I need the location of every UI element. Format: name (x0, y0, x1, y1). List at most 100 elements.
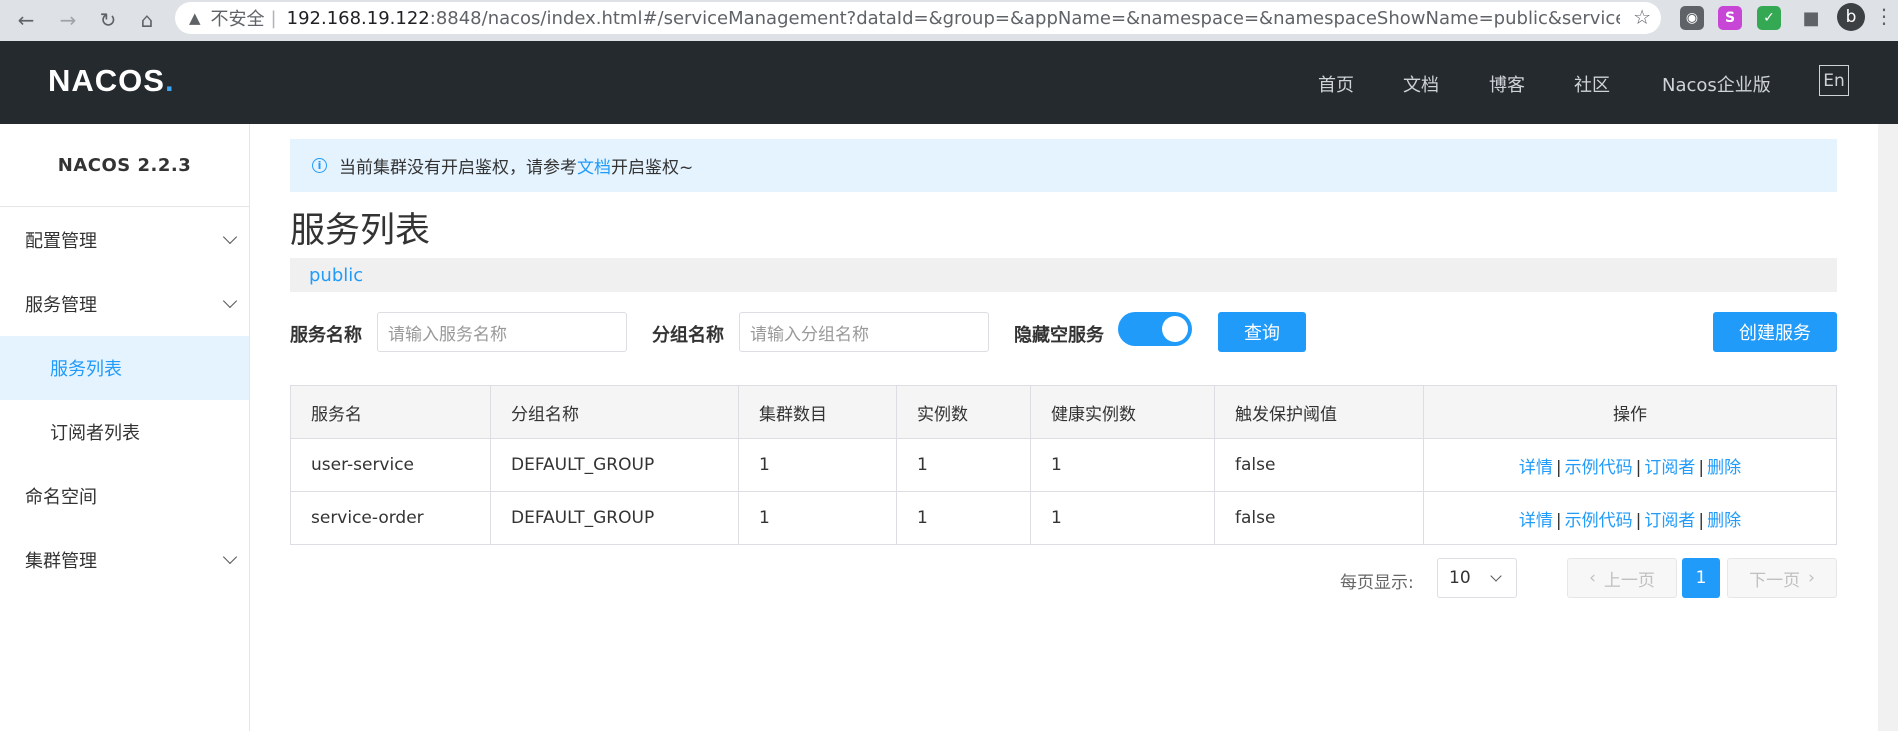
page-title: 服务列表 (290, 211, 431, 251)
sidebar-item-label: 集群管理 (25, 551, 97, 572)
extensions-puzzle-icon[interactable]: ■ (1799, 6, 1823, 30)
url-host: 192.168.19.122 (286, 7, 430, 29)
nav-docs[interactable]: 文档 (1403, 71, 1439, 97)
chevron-down-icon (222, 229, 238, 245)
page-size-select[interactable]: 10 (1437, 558, 1517, 598)
page-scrollbar[interactable] (1878, 124, 1898, 731)
bookmark-star-icon[interactable]: ☆ (1633, 5, 1651, 29)
logo-dot: . (164, 63, 175, 98)
prev-page-button[interactable]: ‹ 上一页 (1567, 558, 1677, 598)
query-button[interactable]: 查询 (1218, 312, 1306, 352)
toggle-knob (1162, 316, 1188, 342)
namespace-tab-public[interactable]: public (309, 265, 363, 286)
notice-docs-link[interactable]: 文档 (577, 153, 611, 178)
cell-instance-count: 1 (896, 438, 1031, 492)
next-page-label: 下一页 (1749, 570, 1801, 591)
table-header-row: 服务名 分组名称 集群数目 实例数 健康实例数 触发保护阈值 操作 (290, 385, 1837, 439)
nav-enterprise[interactable]: Nacos企业版 (1662, 71, 1771, 97)
notice-text-prefix: 当前集群没有开启鉴权，请参考 (339, 158, 577, 178)
cell-healthy-count: 1 (1030, 438, 1215, 492)
language-switch-button[interactable]: En (1819, 65, 1849, 96)
cell-cluster-count: 1 (738, 438, 897, 492)
action-separator: | (1555, 457, 1562, 478)
nav-blog[interactable]: 博客 (1489, 71, 1525, 97)
sidebar: NACOS 2.2.3 配置管理 服务管理 服务列表 订阅者列表 命名空间 集群… (0, 124, 250, 731)
nav-home[interactable]: 首页 (1318, 71, 1354, 97)
chevron-right-icon: › (1808, 568, 1815, 588)
group-name-input[interactable]: 请输入分组名称 (739, 312, 989, 352)
sidebar-item-label: 服务列表 (50, 359, 122, 380)
main-content: i 当前集群没有开启鉴权，请参考 文档 开启鉴权~ 服务列表 public 服务… (250, 124, 1898, 731)
sidebar-item-service[interactable]: 服务管理 (0, 272, 249, 336)
delete-link[interactable]: 删除 (1707, 511, 1741, 531)
url-path: :8848/nacos/index.html#/serviceManagemen… (429, 7, 1620, 29)
action-separator: | (1698, 457, 1705, 478)
address-bar[interactable]: ▲ 不安全 | 192.168.19.122 :8848/nacos/index… (175, 2, 1661, 34)
col-service-name: 服务名 (290, 385, 491, 439)
version-label: NACOS 2.2.3 (0, 124, 249, 207)
subscribers-link[interactable]: 订阅者 (1644, 458, 1695, 478)
cell-group-name: DEFAULT_GROUP (490, 491, 739, 545)
sidebar-item-namespace[interactable]: 命名空间 (0, 464, 249, 528)
browser-menu-icon[interactable]: ⋮ (1874, 4, 1894, 28)
sidebar-item-label: 配置管理 (25, 231, 97, 252)
subscribers-link[interactable]: 订阅者 (1644, 511, 1695, 531)
create-service-button[interactable]: 创建服务 (1713, 312, 1837, 352)
service-name-input[interactable]: 请输入服务名称 (377, 312, 627, 352)
sample-code-link[interactable]: 示例代码 (1565, 511, 1633, 531)
home-icon[interactable]: ⌂ (131, 4, 163, 36)
table-row: service-order DEFAULT_GROUP 1 1 1 false … (290, 491, 1837, 545)
col-protect-threshold: 触发保护阈值 (1214, 385, 1424, 439)
nav-community[interactable]: 社区 (1574, 71, 1610, 97)
sidebar-item-config[interactable]: 配置管理 (0, 208, 249, 272)
chevron-down-icon (222, 293, 238, 309)
sidebar-item-subscribers[interactable]: 订阅者列表 (0, 400, 249, 464)
back-arrow-icon[interactable]: ← (10, 4, 42, 36)
warning-triangle-icon: ▲ (189, 9, 201, 27)
sidebar-item-label: 订阅者列表 (50, 423, 140, 444)
hide-empty-label: 隐藏空服务 (1014, 325, 1104, 346)
profile-avatar[interactable]: b (1837, 3, 1865, 31)
detail-link[interactable]: 详情 (1519, 458, 1553, 478)
page-size-label: 每页显示: (1340, 573, 1414, 593)
hide-empty-toggle[interactable] (1118, 312, 1192, 346)
forward-arrow-icon[interactable]: → (52, 4, 84, 36)
cell-cluster-count: 1 (738, 491, 897, 545)
page-1-button[interactable]: 1 (1682, 558, 1720, 598)
extension-s-icon[interactable]: S (1718, 6, 1742, 30)
delete-link[interactable]: 删除 (1707, 458, 1741, 478)
action-separator: | (1635, 457, 1642, 478)
page-size-value: 10 (1449, 568, 1471, 588)
cell-service-name: service-order (290, 491, 491, 545)
extension-shield-icon[interactable]: ✓ (1757, 6, 1781, 30)
group-name-label: 分组名称 (652, 325, 724, 346)
sample-code-link[interactable]: 示例代码 (1565, 458, 1633, 478)
col-instance-count: 实例数 (896, 385, 1031, 439)
chevron-down-icon (1490, 570, 1502, 582)
chevron-down-icon (222, 549, 238, 565)
prev-page-label: 上一页 (1603, 570, 1655, 591)
action-separator: | (1698, 510, 1705, 531)
url-separator: | (270, 7, 277, 29)
notice-text-suffix: 开启鉴权~ (611, 158, 694, 178)
sidebar-item-cluster[interactable]: 集群管理 (0, 528, 249, 592)
col-healthy-count: 健康实例数 (1030, 385, 1215, 439)
info-icon: i (312, 158, 327, 173)
extension-glasses-icon[interactable]: ◉ (1680, 6, 1704, 30)
sidebar-item-service-list[interactable]: 服务列表 (0, 336, 249, 400)
browser-toolbar: ← → ↻ ⌂ ▲ 不安全 | 192.168.19.122 :8848/nac… (0, 0, 1898, 41)
col-group-name: 分组名称 (490, 385, 739, 439)
col-cluster-count: 集群数目 (738, 385, 897, 439)
reload-icon[interactable]: ↻ (92, 4, 124, 36)
chevron-left-icon: ‹ (1589, 568, 1596, 588)
namespace-bar: public (290, 258, 1837, 292)
cell-protect-threshold: false (1214, 491, 1424, 545)
service-table: 服务名 分组名称 集群数目 实例数 健康实例数 触发保护阈值 操作 user-s… (290, 385, 1837, 545)
cell-service-name: user-service (290, 438, 491, 492)
next-page-button[interactable]: 下一页 › (1727, 558, 1837, 598)
detail-link[interactable]: 详情 (1519, 511, 1553, 531)
auth-notice: i 当前集群没有开启鉴权，请参考 文档 开启鉴权~ (290, 139, 1837, 192)
col-actions: 操作 (1423, 385, 1837, 439)
cell-protect-threshold: false (1214, 438, 1424, 492)
nacos-logo[interactable]: NACOS. (48, 63, 175, 99)
